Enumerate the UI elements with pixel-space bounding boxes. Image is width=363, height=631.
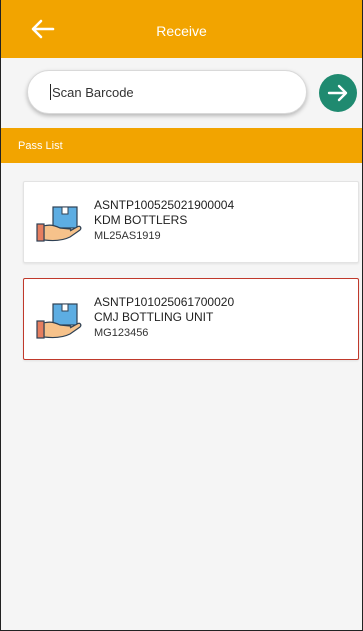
package-in-hand-icon: [36, 206, 82, 242]
pass-list-title: Pass List: [18, 140, 63, 152]
app-bar: Receive: [1, 0, 362, 58]
vehicle-code: ML25AS1919: [94, 230, 161, 242]
text-cursor: [50, 84, 51, 100]
pass-list-item[interactable]: ASNTP100525021900004 KDM BOTTLERS ML25AS…: [23, 181, 359, 263]
pass-list-header: Pass List: [1, 128, 362, 163]
pass-list-item-selected[interactable]: ASNTP101025061700020 CMJ BOTTLING UNIT M…: [23, 278, 359, 360]
scan-barcode-input[interactable]: [27, 70, 307, 114]
search-area: [1, 58, 362, 128]
pass-details: ASNTP100525021900004 KDM BOTTLERS ML25AS…: [94, 198, 234, 244]
pass-details: ASNTP101025061700020 CMJ BOTTLING UNIT M…: [94, 295, 234, 341]
supplier-name: CMJ BOTTLING UNIT: [94, 310, 214, 324]
package-in-hand-icon: [36, 303, 82, 339]
asn-number: ASNTP101025061700020: [94, 295, 235, 309]
asn-number: ASNTP100525021900004: [94, 198, 235, 212]
page-title: Receive: [156, 23, 207, 39]
vehicle-code: MG123456: [94, 327, 149, 339]
arrow-right-icon: [327, 84, 348, 102]
supplier-name: KDM BOTTLERS: [94, 213, 188, 227]
submit-scan-button[interactable]: [319, 74, 357, 112]
receive-screen: Receive Pass List ASNTP100525021900004 K…: [0, 0, 363, 631]
